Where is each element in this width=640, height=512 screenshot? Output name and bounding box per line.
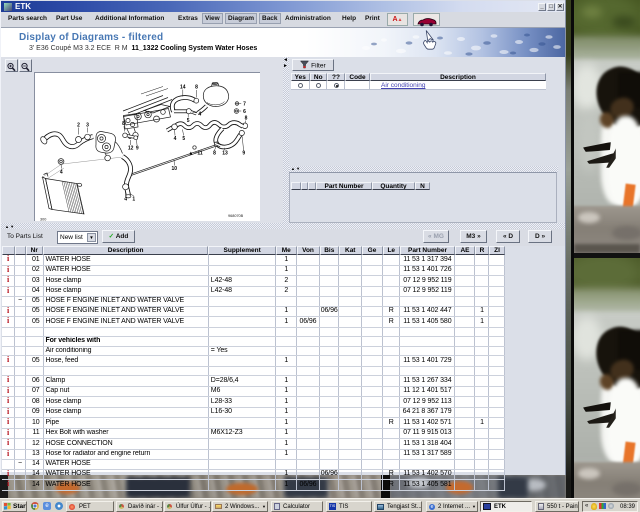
svg-text:9: 9: [136, 146, 139, 152]
svg-text:4: 4: [174, 136, 177, 142]
svg-text:8: 8: [213, 151, 216, 157]
svg-text:1: 1: [132, 197, 135, 203]
svg-text:14: 14: [180, 85, 186, 91]
svg-text:9: 9: [242, 151, 245, 157]
svg-text:8: 8: [245, 116, 248, 122]
svg-text:10: 10: [172, 166, 178, 172]
svg-text:11: 11: [197, 151, 203, 157]
svg-text:4: 4: [124, 197, 127, 203]
svg-text:4: 4: [198, 112, 201, 118]
svg-text:4: 4: [60, 170, 63, 176]
svg-text:3: 3: [86, 123, 89, 129]
svg-text:8: 8: [122, 121, 125, 127]
svg-text:7: 7: [243, 102, 246, 108]
svg-text:300: 300: [40, 218, 46, 222]
svg-text:5: 5: [182, 136, 185, 142]
svg-text:968070B: 968070B: [228, 214, 244, 218]
svg-text:2: 2: [77, 123, 80, 129]
svg-text:▲: ▲: [188, 151, 193, 157]
svg-text:5: 5: [187, 118, 190, 124]
svg-text:6: 6: [243, 109, 246, 115]
svg-text:12: 12: [128, 146, 134, 152]
svg-text:13: 13: [222, 151, 228, 157]
svg-text:8: 8: [195, 85, 198, 91]
